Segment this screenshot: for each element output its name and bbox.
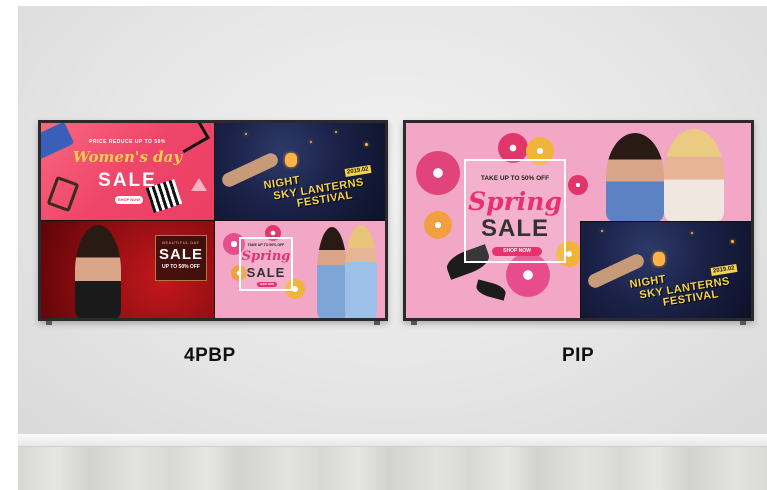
womens-day-script: Women's day (72, 148, 183, 166)
lantern-icon (285, 153, 297, 167)
model-figure (664, 129, 724, 221)
spring-shop-button[interactable]: SHOP NOW (492, 247, 542, 256)
red-sale-title: SALE (158, 246, 203, 263)
spring-frame-small: TAKE UP TO 50% OFF Spring SALE SHOP NOW (239, 237, 293, 291)
spring-frame: TAKE UP TO 50% OFF Spring SALE SHOP NOW (464, 159, 566, 263)
leaf-shape (474, 279, 508, 301)
flower-shape (416, 151, 460, 195)
caption-pip: PIP (562, 345, 595, 366)
lantern-dot (691, 232, 693, 234)
lantern-icon (653, 252, 665, 266)
floor (18, 447, 767, 490)
spring-script-small: Spring (241, 249, 291, 264)
lantern-dot (335, 131, 337, 133)
pane-womens-day: PRICE REDUCE UP TO 50% Women's day SALE … (41, 123, 214, 220)
model-figure (75, 225, 121, 318)
lantern-title: NIGHT SKY LANTERNS FESTIVAL (629, 264, 733, 314)
display-pip-screen: TAKE UP TO 50% OFF Spring SALE SHOP NOW … (406, 123, 751, 318)
pane-red-sale: BEAUTIFUL DAY SALE UP TO 50% OFF (41, 221, 214, 318)
spring-shop-button-small[interactable]: SHOP NOW (257, 282, 277, 287)
flower-shape (568, 175, 588, 195)
womens-day-sale: SALE (98, 170, 157, 191)
display-4pbp-screen: PRICE REDUCE UP TO 50% Women's day SALE … (41, 123, 385, 318)
lantern-dot (245, 133, 247, 135)
flower-shape (424, 211, 452, 239)
display-pip: TAKE UP TO 50% OFF Spring SALE SHOP NOW … (403, 120, 754, 325)
display-4pbp: PRICE REDUCE UP TO 50% Women's day SALE … (38, 120, 388, 325)
womens-day-tagline: PRICE REDUCE UP TO 50% (89, 139, 166, 145)
womens-day-shop-button[interactable]: SHOP NOW (115, 196, 143, 204)
caption-4pbp: 4PBP (184, 345, 236, 366)
red-sale-offer: UP TO 50% OFF (162, 264, 200, 270)
lantern-dot (365, 143, 368, 146)
lantern-dot (601, 230, 603, 232)
lantern-dot (310, 141, 312, 143)
model-figure (606, 133, 664, 221)
red-sale-small: BEAUTIFUL DAY (162, 240, 200, 245)
red-sale-box: BEAUTIFUL DAY SALE UP TO 50% OFF (155, 235, 207, 281)
lantern-dot (731, 240, 734, 243)
spring-take: TAKE UP TO 50% OFF (480, 175, 550, 182)
baseboard (18, 434, 767, 447)
spring-sale-small: SALE (246, 265, 286, 280)
spring-take-small: TAKE UP TO 50% OFF (247, 243, 285, 247)
lantern-title: NIGHT SKY LANTERNS FESTIVAL (263, 165, 367, 215)
spring-sale: SALE (480, 215, 549, 242)
pane-lantern-small: 2019.02 NIGHT SKY LANTERNS FESTIVAL (215, 123, 385, 220)
model-figure (317, 227, 347, 318)
pip-inset-lantern: 2019.02 NIGHT SKY LANTERNS FESTIVAL (580, 221, 751, 318)
pane-spring-small: TAKE UP TO 50% OFF Spring SALE SHOP NOW (215, 221, 385, 318)
spring-script: Spring (468, 187, 562, 216)
model-figure (345, 225, 377, 318)
